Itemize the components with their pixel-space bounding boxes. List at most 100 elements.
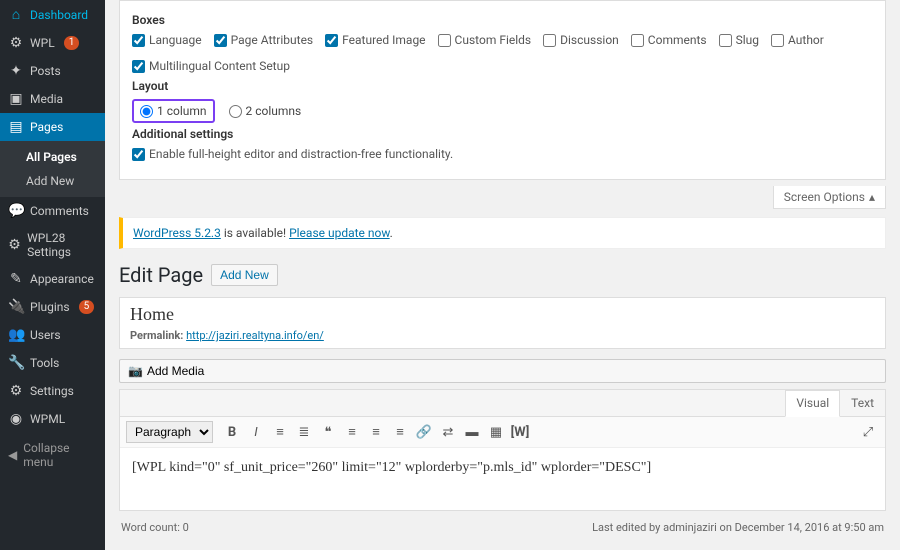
cb-multilingual[interactable]	[132, 60, 145, 73]
tab-text[interactable]: Text	[840, 390, 885, 416]
highlight-box: 1 column	[132, 99, 215, 123]
opt-custom-fields[interactable]: Custom Fields	[438, 33, 532, 47]
title-box: Permalink: http://jaziri.realtyna.info/e…	[119, 297, 886, 349]
word-count: Word count: 0	[121, 521, 189, 534]
opt-slug[interactable]: Slug	[719, 33, 759, 47]
nav-comments[interactable]: 💬 Comments	[0, 197, 105, 225]
nav-pages[interactable]: ▤ Pages	[0, 113, 105, 141]
nav-users[interactable]: 👥Users	[0, 321, 105, 349]
wpl-button[interactable]: [W]	[509, 421, 531, 443]
number-list-button[interactable]: ≣	[293, 421, 315, 443]
bullet-list-button[interactable]: ≡	[269, 421, 291, 443]
opt-full-height[interactable]: Enable full-height editor and distractio…	[132, 147, 453, 161]
admin-sidebar: ⌂Dashboard ⚙WPL1 ✦ Posts ▣Media ▤ Pages Al…	[0, 0, 105, 550]
nav-wpl28[interactable]: ⚙ WPL28 Settings	[0, 225, 105, 265]
nav-label: WPML	[30, 412, 65, 426]
unlink-button[interactable]: ⇄	[437, 421, 459, 443]
gear-icon: ⚙	[8, 237, 21, 253]
update-badge: 1	[64, 36, 80, 50]
link-button[interactable]: 🔗	[413, 421, 435, 443]
subnav-all-pages[interactable]: All Pages	[0, 145, 105, 169]
add-media-button[interactable]: 📷Add Media	[119, 359, 886, 383]
nav-label: Settings	[30, 384, 74, 398]
bold-button[interactable]: B	[221, 421, 243, 443]
nav-label: WPL28 Settings	[27, 231, 97, 259]
opt-comments[interactable]: Comments	[631, 33, 707, 47]
align-center-button[interactable]: ≡	[365, 421, 387, 443]
media-icon: ▣	[8, 91, 24, 107]
nav-plugins[interactable]: 🔌Plugins5	[0, 293, 105, 321]
editor: Visual Text Paragraph B I ≡ ≣ ❝ ≡ ≡ ≡ 🔗 …	[119, 389, 886, 511]
update-badge: 5	[79, 300, 95, 314]
cb-author[interactable]	[771, 34, 784, 47]
permalink: Permalink: http://jaziri.realtyna.info/e…	[130, 329, 875, 342]
quote-button[interactable]: ❝	[317, 421, 339, 443]
nav-label: Users	[30, 328, 61, 342]
cb-custom-fields[interactable]	[438, 34, 451, 47]
collapse-menu[interactable]: ◀ Collapse menu	[0, 433, 105, 477]
format-select[interactable]: Paragraph	[126, 421, 213, 443]
cb-language[interactable]	[132, 34, 145, 47]
align-right-button[interactable]: ≡	[389, 421, 411, 443]
radio-2-columns[interactable]	[229, 105, 242, 118]
editor-content[interactable]: [WPL kind="0" sf_unit_price="260" limit=…	[120, 448, 885, 510]
nav-appearance[interactable]: ✎Appearance	[0, 265, 105, 293]
cb-featured-image[interactable]	[325, 34, 338, 47]
editor-toolbar: Paragraph B I ≡ ≣ ❝ ≡ ≡ ≡ 🔗 ⇄ ▬ ▦ [W] ⤢	[120, 417, 885, 448]
plug-icon: 🔌	[8, 299, 24, 315]
screen-options-panel: Boxes Language Page Attributes Featured …	[119, 0, 886, 180]
chevron-up-icon: ▴	[869, 190, 875, 204]
nav-label: Pages	[30, 120, 63, 134]
nav-label: Posts	[30, 64, 61, 78]
opt-author[interactable]: Author	[771, 33, 824, 47]
main-content: Boxes Language Page Attributes Featured …	[105, 0, 900, 550]
layout-heading: Layout	[132, 79, 873, 93]
cb-comments[interactable]	[631, 34, 644, 47]
cb-discussion[interactable]	[543, 34, 556, 47]
radio-1-column[interactable]	[140, 105, 153, 118]
collapse-icon: ◀	[8, 448, 17, 462]
nav-wpml[interactable]: ◉ WPML	[0, 405, 105, 433]
opt-2-columns[interactable]: 2 columns	[229, 104, 302, 118]
cb-slug[interactable]	[719, 34, 732, 47]
opt-discussion[interactable]: Discussion	[543, 33, 619, 47]
screen-options-toggle[interactable]: Screen Options ▴	[773, 186, 886, 209]
nav-posts[interactable]: ✦ Posts	[0, 57, 105, 85]
nav-tools[interactable]: 🔧Tools	[0, 349, 105, 377]
opt-featured-image[interactable]: Featured Image	[325, 33, 425, 47]
nav-label: Tools	[30, 356, 59, 370]
fullscreen-button[interactable]: ⤢	[857, 421, 879, 443]
collapse-label: Collapse menu	[23, 441, 97, 469]
nav-settings[interactable]: ⚙ Settings	[0, 377, 105, 405]
pin-icon: ✦	[8, 63, 24, 79]
nav-media[interactable]: ▣Media	[0, 85, 105, 113]
toolbar-toggle-button[interactable]: ▦	[485, 421, 507, 443]
cb-full-height[interactable]	[132, 148, 145, 161]
nav-label: Comments	[30, 204, 89, 218]
opt-page-attributes[interactable]: Page Attributes	[214, 33, 314, 47]
nav-dashboard[interactable]: ⌂Dashboard	[0, 0, 105, 29]
update-now-link[interactable]: Please update now	[289, 226, 390, 240]
subnav-add-new[interactable]: Add New	[0, 169, 105, 193]
additional-heading: Additional settings	[132, 127, 873, 141]
globe-icon: ◉	[8, 411, 24, 427]
opt-language[interactable]: Language	[132, 33, 202, 47]
permalink-link[interactable]: http://jaziri.realtyna.info/en/	[186, 329, 324, 342]
title-input[interactable]	[130, 304, 875, 325]
camera-icon: 📷	[128, 364, 143, 378]
brush-icon: ✎	[8, 271, 24, 287]
nav-wpl[interactable]: ⚙WPL1	[0, 29, 105, 57]
comment-icon: 💬	[8, 203, 24, 219]
more-button[interactable]: ▬	[461, 421, 483, 443]
cb-page-attributes[interactable]	[214, 34, 227, 47]
wp-version-link[interactable]: WordPress 5.2.3	[133, 226, 221, 240]
sliders-icon: ⚙	[8, 383, 24, 399]
opt-multilingual[interactable]: Multilingual Content Setup	[132, 59, 290, 73]
page-title: Edit Page	[119, 263, 203, 287]
align-left-button[interactable]: ≡	[341, 421, 363, 443]
opt-1-column[interactable]: 1 column	[140, 104, 207, 118]
page-icon: ▤	[8, 119, 24, 135]
tab-visual[interactable]: Visual	[785, 390, 840, 417]
italic-button[interactable]: I	[245, 421, 267, 443]
add-new-button[interactable]: Add New	[211, 264, 278, 286]
